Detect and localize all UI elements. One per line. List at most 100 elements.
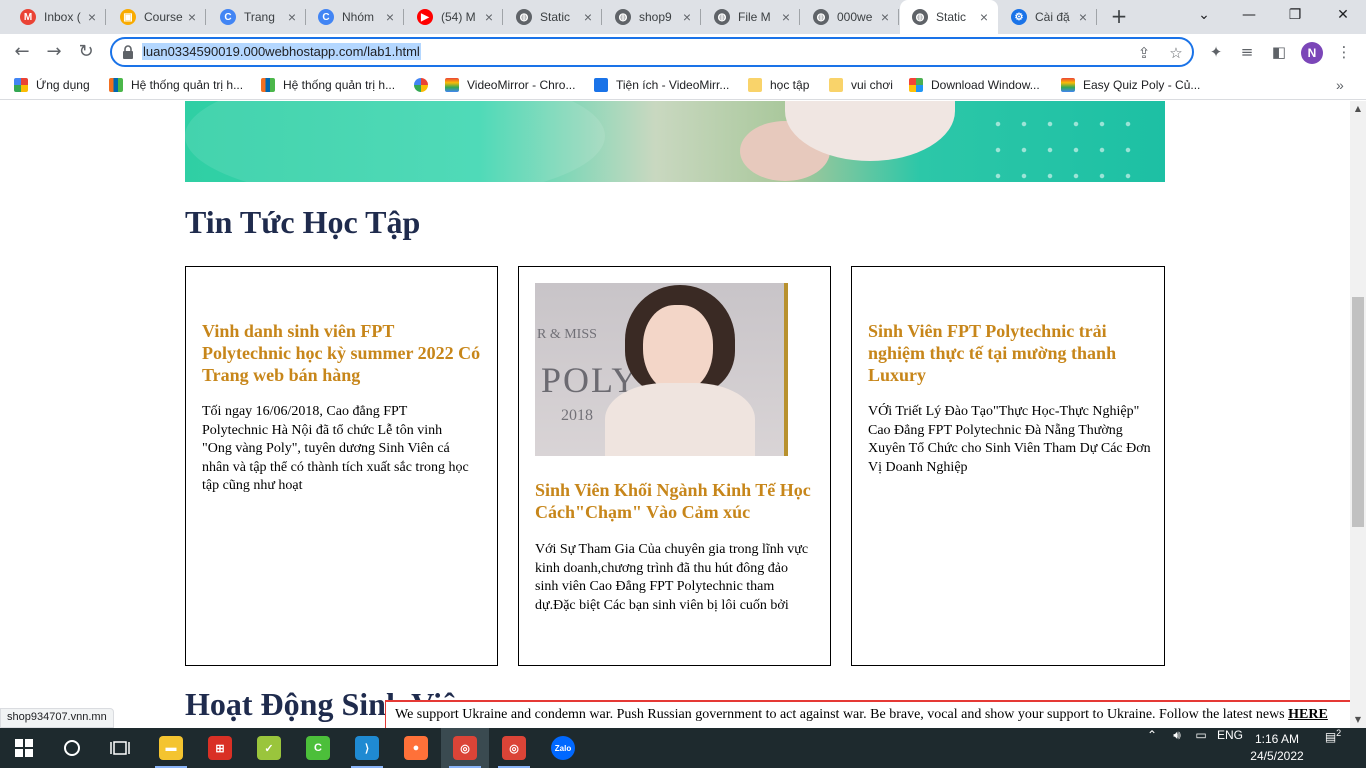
settings-icon: ⚙ <box>1011 9 1027 25</box>
card-title[interactable]: Sinh Viên Khối Ngành Kinh Tế Học Cách"Ch… <box>535 479 815 523</box>
tab-close-icon[interactable]: × <box>184 9 200 25</box>
extensions-icon[interactable]: ✦ <box>1206 42 1226 62</box>
ukraine-news-link[interactable]: HERE <box>1288 707 1328 722</box>
bookmark-item[interactable]: Easy Quiz Poly - Củ... <box>1061 76 1200 94</box>
taskbar-app-button[interactable]: C <box>294 728 342 768</box>
tab-6[interactable]: ◍ Static × <box>504 0 602 34</box>
search-circle-icon <box>64 740 80 756</box>
file-explorer-icon: ▬ <box>159 736 183 760</box>
folder-icon <box>748 78 762 92</box>
tab-5[interactable]: ▶ (54) M × <box>405 0 503 34</box>
bookmark-item[interactable]: học tập <box>748 76 809 94</box>
card-text: VỚi Triết Lý Đào Tạo"Thực Học-Thực Nghiệ… <box>868 404 1151 475</box>
globe-icon: ◍ <box>912 9 928 25</box>
bookmark-item[interactable]: Hệ thống quản trị h... <box>109 76 243 94</box>
tab-close-icon[interactable]: × <box>84 9 100 25</box>
address-bar[interactable]: luan0334590019.000webhostapp.com/lab1.ht… <box>110 37 1194 67</box>
tab-9[interactable]: ◍ 000we × <box>801 0 899 34</box>
menu-kebab-icon[interactable]: ⋮ <box>1334 42 1354 62</box>
taskbar-app-button[interactable]: ✓ <box>245 728 293 768</box>
tray-overflow-icon[interactable]: ⌃ <box>1142 728 1162 768</box>
tab-title: shop9 <box>639 10 672 24</box>
bookmark-item[interactable]: Hệ thống quản trị h... <box>261 76 395 94</box>
bookmark-item[interactable]: VideoMirror - Chro... <box>445 76 575 94</box>
share-icon[interactable]: ⇪ <box>1134 43 1154 63</box>
tab-close-icon[interactable]: × <box>481 9 497 25</box>
tab-close-icon[interactable]: × <box>976 9 992 25</box>
bookmark-item[interactable]: Ứng dụng <box>14 76 90 94</box>
volume-icon[interactable]: 🔊︎ <box>1166 728 1188 768</box>
tab-title: 000we <box>837 10 873 24</box>
task-view-button[interactable] <box>96 728 144 768</box>
tab-8[interactable]: ◍ File M × <box>702 0 800 34</box>
tab-3[interactable]: C Trang × <box>208 0 306 34</box>
start-button[interactable] <box>0 728 48 768</box>
tab-close-icon[interactable]: × <box>679 9 695 25</box>
tab-close-icon[interactable]: × <box>284 9 300 25</box>
more-bookmarks-icon[interactable]: » <box>1336 76 1344 94</box>
taskbar-app-button[interactable]: ⟩ <box>343 728 391 768</box>
taskbar-app-button[interactable]: ◎ <box>490 728 538 768</box>
reload-button[interactable]: ↻ <box>72 38 100 66</box>
taskbar-app-button[interactable]: Zalo <box>539 728 587 768</box>
tab-strip: M Inbox (× ▣ Course × C Trang × C Nhóm × ▶ (54) M × ◍ S… <box>0 0 1366 34</box>
link-status-bubble: shop934707.vnn.mn <box>0 708 114 728</box>
tab-title: Nhóm <box>342 10 375 24</box>
scroll-thumb[interactable] <box>1352 297 1364 527</box>
media-control-icon[interactable]: ≡ <box>1237 42 1257 62</box>
taskbar-app-button[interactable]: ● <box>392 728 440 768</box>
search-button[interactable] <box>48 728 96 768</box>
tab-10[interactable]: ◍ Static × <box>900 0 998 34</box>
url-text[interactable]: luan0334590019.000webhostapp.com/lab1.ht… <box>142 43 421 60</box>
close-window-button[interactable]: ✕ <box>1320 0 1366 30</box>
taskbar-app-button[interactable]: ▬ <box>147 728 195 768</box>
scroll-down-arrow-icon[interactable]: ▼ <box>1350 712 1366 728</box>
clock[interactable]: 1:16 AM 24/5/2022 <box>1244 731 1310 765</box>
rainbow-icon <box>1061 78 1075 92</box>
section-title: Tin Tức Học Tập <box>185 204 421 240</box>
notification-center-button[interactable]: ▤2 <box>1318 728 1348 768</box>
tab-1[interactable]: M Inbox (× <box>8 0 106 34</box>
bookmark-item[interactable]: vui chơi <box>829 76 893 94</box>
maximize-button[interactable]: ❐ <box>1272 0 1318 30</box>
vscode-icon: ⟩ <box>355 736 379 760</box>
new-tab-button[interactable]: + <box>1108 6 1130 28</box>
tab-title: Static <box>936 10 967 24</box>
tab-search-button[interactable]: ⌄ <box>1181 0 1227 30</box>
tab-11[interactable]: ⚙ Cài đặ × <box>999 0 1097 34</box>
card-title[interactable]: Vinh danh sinh viên FPT Polytechnic học … <box>202 320 482 386</box>
forward-button[interactable]: → <box>40 38 68 66</box>
taskbar-app-button[interactable]: ◎ <box>441 728 489 768</box>
language-indicator[interactable]: ENG <box>1214 728 1246 768</box>
tab-close-icon[interactable]: × <box>778 9 794 25</box>
battery-icon[interactable]: ▭ <box>1190 728 1212 768</box>
taskbar-app-button[interactable]: ⊞ <box>196 728 244 768</box>
bookmark-star-icon[interactable]: ☆ <box>1166 43 1186 63</box>
bookmark-label: Hệ thống quản trị h... <box>283 78 396 92</box>
back-button[interactable]: ← <box>8 38 36 66</box>
bookmark-item[interactable]: Download Window... <box>909 76 1040 94</box>
tab-4[interactable]: C Nhóm × <box>306 0 404 34</box>
page-scrollbar[interactable]: ▲ ▼ <box>1350 101 1366 728</box>
tab-7[interactable]: ◍ shop9 × <box>603 0 701 34</box>
globe-icon: ◍ <box>615 9 631 25</box>
bookmark-label: Download Window... <box>931 78 1040 92</box>
photo-caption: R & MISS <box>537 327 597 342</box>
tab-close-icon[interactable]: × <box>877 9 893 25</box>
tab-2[interactable]: ▣ Course × <box>108 0 206 34</box>
lock-icon[interactable] <box>122 45 134 59</box>
windows-icon <box>909 78 923 92</box>
tab-close-icon[interactable]: × <box>382 9 398 25</box>
scroll-up-arrow-icon[interactable]: ▲ <box>1350 101 1366 117</box>
side-panel-icon[interactable]: ◧ <box>1269 42 1289 62</box>
card-photo: R & MISS POLY 2018 <box>535 283 788 456</box>
classroom-icon: ▣ <box>120 9 136 25</box>
tab-close-icon[interactable]: × <box>580 9 596 25</box>
bookmark-label: vui chơi <box>851 78 893 92</box>
profile-avatar[interactable]: N <box>1301 42 1323 64</box>
bookmark-item[interactable] <box>414 76 436 94</box>
tab-close-icon[interactable]: × <box>1075 9 1091 25</box>
card-title[interactable]: Sinh Viên FPT Polytechnic trải nghiệm th… <box>868 320 1148 386</box>
minimize-button[interactable]: — <box>1226 0 1272 30</box>
bookmark-item[interactable]: Tiện ích - VideoMirr... <box>594 76 729 94</box>
